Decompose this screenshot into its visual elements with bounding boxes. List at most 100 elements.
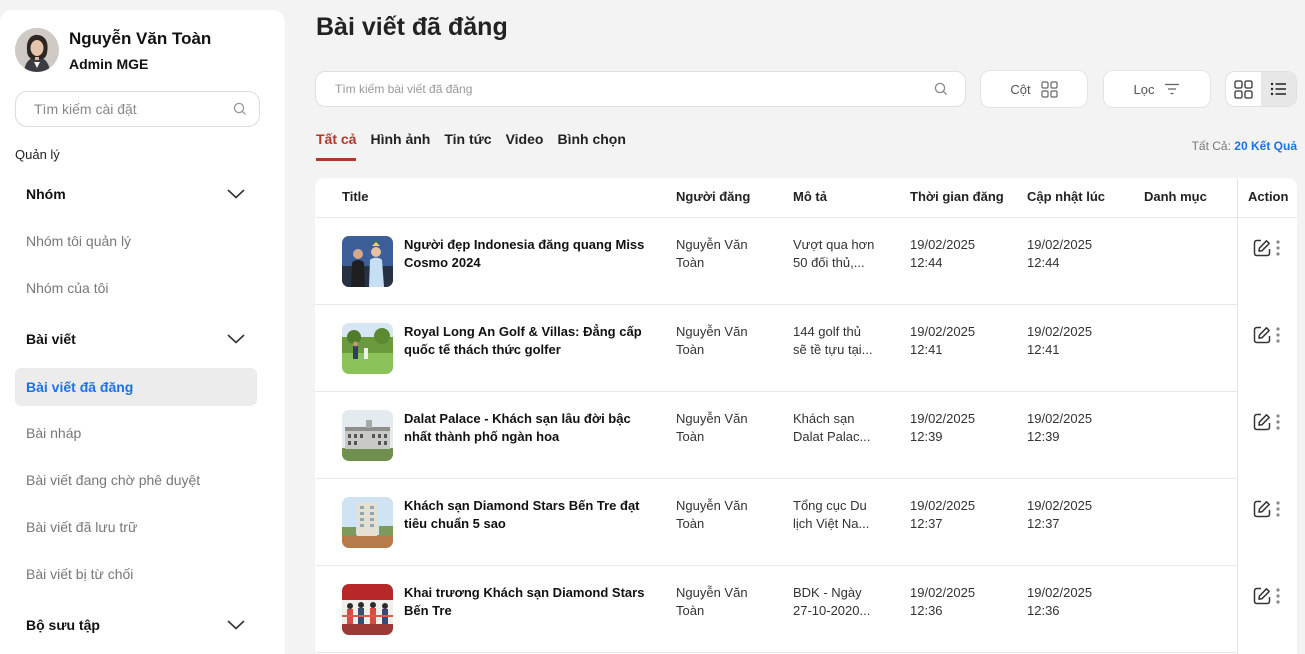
sidebar-item-drafts[interactable]: Bài nháp [15, 414, 257, 452]
posted-time: 12:37 [910, 516, 943, 531]
post-thumbnail [342, 236, 393, 287]
more-vertical-icon[interactable] [1276, 414, 1280, 430]
tab-news[interactable]: Tin tức [444, 131, 491, 161]
header-author[interactable]: Người đăng [676, 189, 750, 204]
table-row[interactable]: Khách sạn Diamond Stars Bến Tre đạt tiêu… [315, 479, 1237, 566]
sidebar: Nguyễn Văn Toàn Admin MGE Tìm kiếm cài đ… [0, 10, 285, 654]
edit-icon[interactable] [1252, 238, 1272, 258]
post-updated-time: 19/02/2025 12:41 [1027, 323, 1092, 359]
sidebar-item-rejected-posts[interactable]: Bài viết bị từ chối [15, 555, 257, 593]
updated-date: 19/02/2025 [1027, 237, 1093, 252]
list-view-icon [1270, 82, 1286, 96]
post-updated-time: 19/02/2025 12:44 [1027, 236, 1092, 272]
updated-date: 19/02/2025 [1027, 324, 1093, 339]
sidebar-item-my-groups[interactable]: Nhóm của tôi [15, 269, 257, 307]
settings-search-input[interactable]: Tìm kiếm cài đặt [15, 91, 260, 127]
header-updated-time[interactable]: Cập nhật lúc [1027, 189, 1105, 204]
post-thumbnail [342, 497, 393, 548]
sidebar-group-posts[interactable]: Bài viết [15, 321, 257, 357]
post-description-line: Vượt qua hơn [793, 237, 875, 252]
posted-date: 19/02/2025 [910, 324, 976, 339]
row-actions [1237, 566, 1297, 653]
chevron-down-icon [227, 620, 245, 630]
post-description: 144 golf thủ sẽ tề tựu tại... [793, 323, 879, 359]
post-description-line: Khách sạn [793, 411, 855, 426]
post-title[interactable]: Royal Long An Golf & Villas: Đẳng cấp qu… [404, 323, 654, 359]
post-description-line: sẽ tề tựu tại... [793, 342, 873, 357]
edit-icon[interactable] [1252, 586, 1272, 606]
post-description-line: Tổng cục Du [793, 498, 867, 513]
tab-video[interactable]: Video [506, 131, 544, 161]
post-description: Tổng cục Du lịch Việt Na... [793, 497, 879, 533]
table-row[interactable]: Royal Long An Golf & Villas: Đẳng cấp qu… [315, 305, 1237, 392]
posts-table: Title Người đăng Mô tả Thời gian đăng Cậ… [315, 178, 1297, 654]
tab-all[interactable]: Tất cả [316, 131, 357, 161]
post-title[interactable]: Khách sạn Diamond Stars Bến Tre đạt tiêu… [404, 497, 654, 533]
columns-button-label: Cột [1010, 81, 1031, 97]
post-thumbnail [342, 584, 393, 635]
header-title[interactable]: Title [342, 189, 369, 204]
sidebar-item-my-managed-groups[interactable]: Nhóm tôi quản lý [15, 222, 257, 260]
post-posted-time: 19/02/2025 12:39 [910, 410, 975, 446]
updated-time: 12:44 [1027, 255, 1060, 270]
user-profile[interactable]: Nguyễn Văn Toàn Admin MGE [15, 27, 211, 72]
updated-date: 19/02/2025 [1027, 498, 1093, 513]
row-actions [1237, 479, 1297, 566]
result-count-value: 20 Kết Quả [1234, 139, 1297, 153]
table-row[interactable]: Dalat Palace - Khách sạn lâu đời bậc nhấ… [315, 392, 1237, 479]
post-title[interactable]: Dalat Palace - Khách sạn lâu đời bậc nhấ… [404, 410, 654, 446]
sidebar-group-groups[interactable]: Nhóm [15, 176, 257, 212]
more-vertical-icon[interactable] [1276, 327, 1280, 343]
tab-polls[interactable]: Bình chọn [557, 131, 625, 161]
post-search-input[interactable]: Tìm kiếm bài viết đã đăng [315, 71, 966, 107]
post-title[interactable]: Người đẹp Indonesia đăng quang Miss Cosm… [404, 236, 654, 272]
search-icon [233, 102, 247, 116]
header-posted-time[interactable]: Thời gian đăng [910, 189, 1004, 204]
settings-search-placeholder: Tìm kiếm cài đặt [34, 101, 137, 117]
row-actions [1237, 218, 1297, 305]
page-title: Bài viết đã đăng [316, 13, 508, 41]
more-vertical-icon[interactable] [1276, 240, 1280, 256]
edit-icon[interactable] [1252, 412, 1272, 432]
posted-time: 12:39 [910, 429, 943, 444]
view-toggle [1225, 71, 1297, 107]
more-vertical-icon[interactable] [1276, 501, 1280, 517]
filter-icon [1165, 83, 1180, 95]
filter-button-label: Lọc [1133, 81, 1155, 97]
edit-icon[interactable] [1252, 325, 1272, 345]
post-author: Nguyễn Văn Toàn [676, 498, 748, 531]
user-name: Nguyễn Văn Toàn [69, 29, 212, 48]
list-view-button[interactable] [1261, 72, 1296, 106]
header-description[interactable]: Mô tả [793, 189, 827, 204]
sidebar-item-published-posts[interactable]: Bài viết đã đăng [15, 368, 257, 406]
post-description-line: 50 đối thủ,... [793, 255, 865, 270]
header-category[interactable]: Danh mục [1144, 189, 1207, 204]
edit-icon[interactable] [1252, 499, 1272, 519]
table-row[interactable]: Khai trương Khách sạn Diamond Stars Bến … [315, 566, 1237, 653]
table-row[interactable]: Người đẹp Indonesia đăng quang Miss Cosm… [315, 218, 1237, 305]
post-author: Nguyễn Văn Toàn [676, 324, 748, 357]
search-icon [934, 82, 948, 96]
header-action: Action [1248, 189, 1289, 204]
columns-button[interactable]: Cột [980, 70, 1088, 108]
filter-button[interactable]: Lọc [1103, 70, 1211, 108]
updated-date: 19/02/2025 [1027, 411, 1093, 426]
posted-date: 19/02/2025 [910, 237, 976, 252]
post-search-placeholder: Tìm kiếm bài viết đã đăng [335, 82, 473, 96]
post-posted-time: 19/02/2025 12:41 [910, 323, 975, 359]
post-thumbnail [342, 323, 393, 374]
updated-time: 12:37 [1027, 516, 1060, 531]
sidebar-item-archived-posts[interactable]: Bài viết đã lưu trữ [15, 508, 257, 546]
sidebar-item-pending-posts[interactable]: Bài viết đang chờ phê duyệt [15, 461, 257, 499]
post-posted-time: 19/02/2025 12:44 [910, 236, 975, 272]
tab-images[interactable]: Hình ảnh [370, 131, 430, 161]
post-title[interactable]: Khai trương Khách sạn Diamond Stars Bến … [404, 584, 654, 620]
post-updated-time: 19/02/2025 12:37 [1027, 497, 1092, 533]
row-actions [1237, 305, 1297, 392]
posted-date: 19/02/2025 [910, 411, 976, 426]
result-count-label: Tất Cả: [1191, 139, 1231, 153]
sidebar-group-collections[interactable]: Bộ sưu tập [15, 607, 257, 643]
more-vertical-icon[interactable] [1276, 588, 1280, 604]
grid-view-button[interactable] [1226, 72, 1261, 106]
content-tabs: Tất cả Hình ảnh Tin tức Video Bình chọn [316, 131, 640, 161]
